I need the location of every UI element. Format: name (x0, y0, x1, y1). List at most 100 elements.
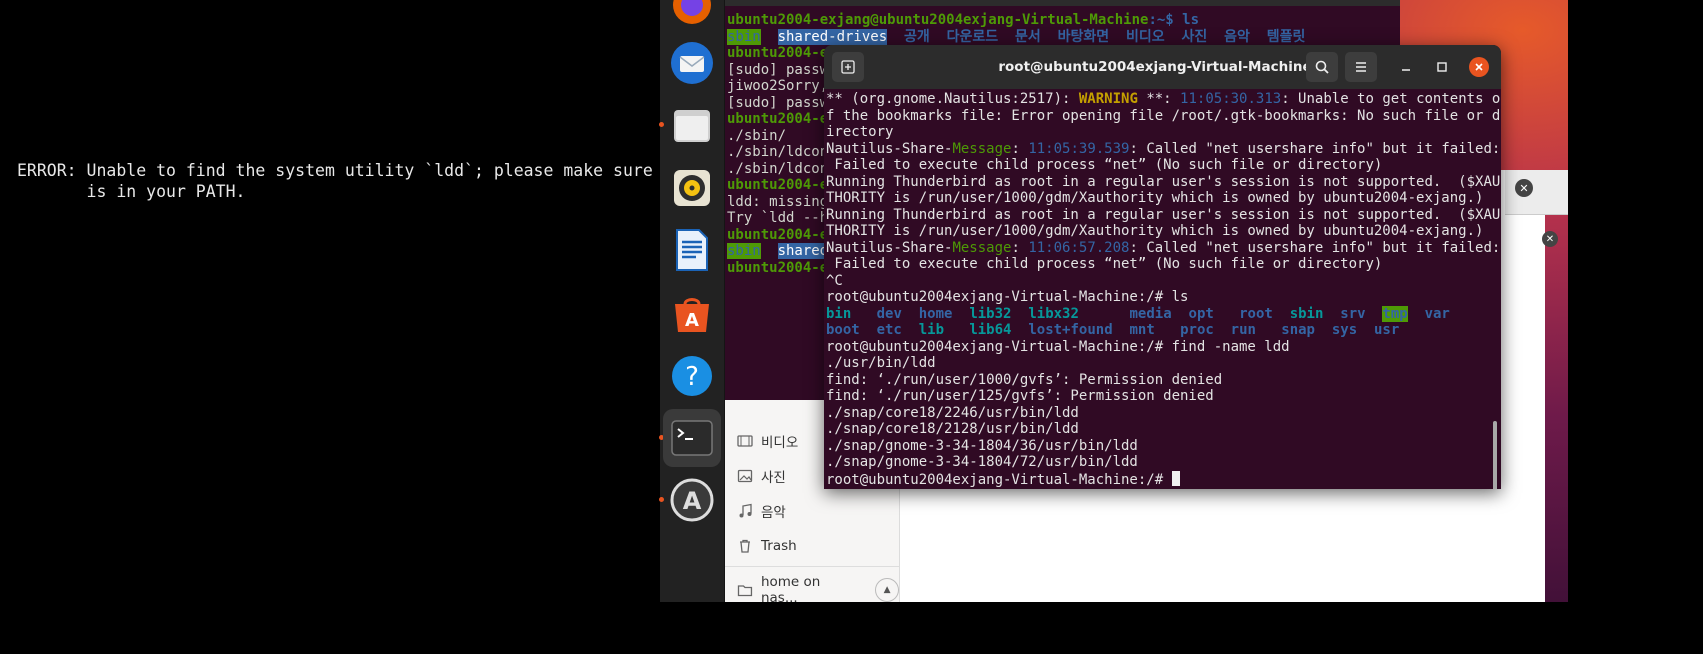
rhythmbox-icon (674, 170, 710, 206)
svg-text:A: A (685, 310, 699, 331)
terminal-line: Nautilus-Share-Message: 11:05:39.539: Ca… (826, 140, 1501, 157)
terminal-line: THORITY is /run/user/1000/gdm/Xauthority… (826, 190, 1484, 206)
hamburger-menu-icon (1356, 62, 1366, 72)
dock-firefox[interactable] (667, 0, 717, 30)
sidebar-item-network-drive[interactable]: home on nas... ▲ (737, 574, 899, 606)
picture-icon (737, 469, 753, 483)
terminal-icon (671, 420, 713, 456)
terminal-line: ubuntu2004-exjang@ubuntu2004exjang-Virtu… (727, 12, 1200, 28)
eject-icon[interactable]: ▲ (875, 578, 899, 602)
new-tab-button[interactable] (832, 52, 864, 82)
terminal-line: find: ‘./run/user/1000/gvfs’: Permission… (826, 371, 1223, 388)
ubuntu-dock: A ? A (659, 0, 725, 602)
terminal-line: ./snap/core18/2246/usr/bin/ldd (826, 404, 1079, 421)
terminal-line: sbin shared (727, 243, 829, 259)
dock-help[interactable]: ? (667, 351, 717, 401)
terminal-line: find: ‘./run/user/125/gvfs’: Permission … (826, 388, 1214, 404)
terminal-line: ^C (826, 272, 843, 289)
close-icon (1475, 63, 1483, 71)
dock-terminal[interactable] (663, 409, 721, 467)
text-cursor (1171, 470, 1180, 486)
search-icon (1315, 60, 1329, 74)
running-indicator (659, 122, 664, 127)
svg-text:A: A (683, 487, 702, 515)
terminal-line: ubuntu2004-e (727, 226, 829, 243)
help-icon: ? (672, 356, 712, 396)
files-icon (674, 110, 710, 142)
terminal-line: ./snap/core18/2128/usr/bin/ldd (826, 421, 1079, 437)
sidebar-divider (725, 566, 899, 567)
ls-output-row: bin dev home lib32 libx32 media opt root… (826, 305, 1450, 322)
terminal-line: Failed to execute child process “net” (N… (826, 256, 1383, 272)
terminal-line: ** (org.gnome.Nautilus:2517): WARNING **… (826, 91, 1501, 107)
terminal-line: ldd: missing (727, 193, 829, 210)
close-button[interactable] (1469, 57, 1489, 77)
terminal-line: irectory (826, 124, 894, 140)
terminal-line: ./usr/bin/ldd (826, 355, 936, 371)
background-dialog: ✕ (1505, 170, 1568, 215)
terminal-line: THORITY is /run/user/1000/gdm/Xauthority… (826, 223, 1484, 239)
sidebar-item-trash[interactable]: Trash (737, 531, 797, 561)
terminal-output[interactable]: ** (org.gnome.Nautilus:2517): WARNING **… (826, 91, 1501, 489)
terminal-line: ./sbin/ldcon (727, 160, 829, 177)
dock-software-updater[interactable]: A (667, 475, 717, 525)
folder-icon (737, 585, 753, 597)
menu-button[interactable] (1345, 52, 1377, 82)
close-icon[interactable]: ✕ (1542, 231, 1558, 247)
terminal-line: Running Thunderbird as root in a regular… (826, 206, 1501, 223)
sidebar-item-label: 음악 (761, 505, 786, 521)
terminal-prompt-line[interactable]: root@ubuntu2004exjang-Virtual-Machine:/# (826, 470, 1488, 488)
maximize-icon (1437, 62, 1447, 72)
terminal-line: ./sbin/ldcon (727, 144, 829, 160)
terminal-line: root@ubuntu2004exjang-Virtual-Machine:/#… (826, 289, 1189, 305)
terminal-line: sbin shared-drives 공개 다운로드 문서 바탕화면 비디오 사… (727, 28, 1306, 45)
terminal-line: ubuntu2004-e (727, 111, 829, 127)
terminal-line: [sudo] passw (727, 94, 829, 111)
video-icon (737, 435, 753, 447)
minimize-button[interactable] (1396, 57, 1416, 77)
terminal-line: f the bookmarks file: Error opening file… (826, 107, 1501, 124)
terminal-line: root@ubuntu2004exjang-Virtual-Machine:/#… (826, 338, 1290, 355)
software-center-icon: A (675, 298, 709, 332)
terminal-line: jiwoo2Sorry, (727, 78, 829, 94)
terminal-line: Nautilus-Share-Message: 11:06:57.208: Ca… (826, 239, 1501, 256)
sidebar-item-label: 비디오 (761, 435, 799, 451)
maximize-button[interactable] (1432, 57, 1452, 77)
dock-software[interactable]: A (667, 288, 717, 338)
terminal-line: Running Thunderbird as root in a regular… (826, 173, 1501, 190)
terminal-line: ubuntu2004-e (727, 259, 829, 276)
sidebar-item-videos[interactable]: 비디오 (737, 426, 798, 456)
music-icon (739, 503, 752, 518)
sidebar-item-label: home on nas... (760, 574, 821, 606)
dock-libreoffice-writer[interactable] (667, 225, 717, 275)
sidebar-item-music[interactable]: 음악 (737, 496, 786, 526)
terminal-scrollbar[interactable] (1493, 421, 1497, 489)
error-line-2: is in your PATH. (17, 182, 246, 201)
ls-output-row: boot etc lib lib64 lost+found mnt proc r… (826, 322, 1400, 338)
dock-files[interactable] (667, 101, 717, 151)
new-tab-icon (841, 60, 855, 74)
software-updater-icon: A (670, 478, 714, 522)
terminal-line: [sudo] passw (727, 61, 829, 78)
search-button[interactable] (1306, 52, 1338, 82)
svg-text:?: ? (685, 362, 699, 392)
error-console: ERROR: Unable to find the system utility… (0, 0, 660, 602)
terminal-line: Failed to execute child process “net” (N… (826, 157, 1383, 173)
back-terminal-titlebar (725, 0, 1400, 6)
terminal-line: ./snap/gnome-3-34-1804/72/usr/bin/ldd (826, 454, 1138, 470)
root-terminal-window[interactable]: root@ubuntu2004exjang-Virtual-Machine: /… (824, 45, 1501, 489)
minimize-icon (1402, 69, 1410, 71)
thunderbird-icon (671, 42, 713, 84)
close-icon[interactable]: ✕ (1515, 179, 1533, 197)
dock-rhythmbox[interactable] (667, 163, 717, 213)
terminal-line: ubuntu2004-e (727, 177, 829, 193)
dock-thunderbird[interactable] (667, 38, 717, 88)
running-indicator (659, 497, 664, 502)
sidebar-item-label: Trash (761, 538, 797, 554)
sidebar-item-label: 사진 (761, 470, 786, 486)
sidebar-item-pictures[interactable]: 사진 (737, 461, 786, 491)
terminal-line: Try `ldd --h (727, 210, 829, 226)
trash-icon (740, 539, 750, 553)
error-line-1: ERROR: Unable to find the system utility… (17, 161, 653, 180)
writer-icon (676, 229, 708, 271)
